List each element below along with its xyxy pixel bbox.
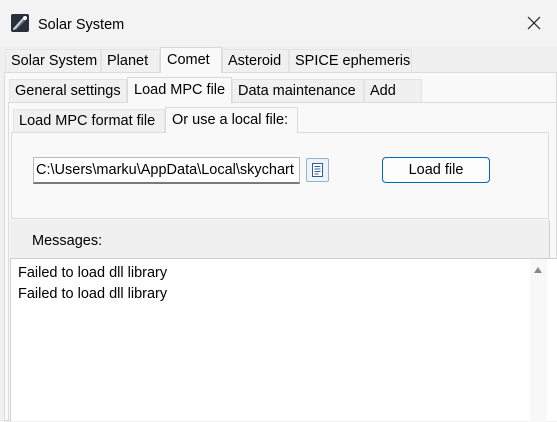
tab-data-maintenance[interactable]: Data maintenance [232,79,364,102]
tab-load-mpc-format-file[interactable]: Load MPC format file [13,109,165,132]
file-path-input[interactable] [33,157,300,184]
message-line: Failed to load dll library [18,286,168,302]
tab-load-mpc-file[interactable]: Load MPC file [127,77,232,103]
tab-label: Load MPC file [134,82,226,98]
tab-label: Solar System [11,53,98,69]
tab-label: Add [370,83,396,99]
browse-button[interactable] [306,158,329,182]
load-file-button[interactable]: Load file [382,157,490,183]
title-bar: Solar System [0,0,557,46]
messages-header: Messages: [10,220,550,258]
close-icon [527,16,541,30]
tab-label: Load MPC format file [19,113,156,129]
tab-comet[interactable]: Comet [160,47,222,73]
tab-label: General settings [15,83,121,99]
tab-spice-ephemeris[interactable]: SPICE ephemeris [289,49,412,72]
tab-label: Asteroid [228,53,282,69]
tab-label: Planet [107,53,149,69]
comet-icon [11,14,29,32]
tab-label: SPICE ephemeris [295,53,411,69]
tab-label: Comet [167,52,210,68]
tab-planet[interactable]: Planet [101,49,160,72]
tab-general-settings[interactable]: General settings [9,79,127,102]
window-title: Solar System [38,17,125,33]
tab-asteroid[interactable]: Asteroid [222,49,289,72]
vertical-scrollbar[interactable] [530,259,547,422]
scroll-up-arrow-icon[interactable] [534,267,542,273]
message-line: Failed to load dll library [18,265,168,281]
close-button[interactable] [511,0,557,46]
messages-label: Messages: [32,233,103,249]
tab-add[interactable]: Add [364,79,422,102]
document-icon [312,163,323,177]
tab-local-file[interactable]: Or use a local file: [165,107,298,133]
messages-memo[interactable]: Failed to load dll library Failed to loa… [10,258,557,422]
tab-solar-system[interactable]: Solar System [5,49,101,72]
tab-label: Data maintenance [238,83,356,99]
tab-label: Or use a local file: [172,112,289,128]
